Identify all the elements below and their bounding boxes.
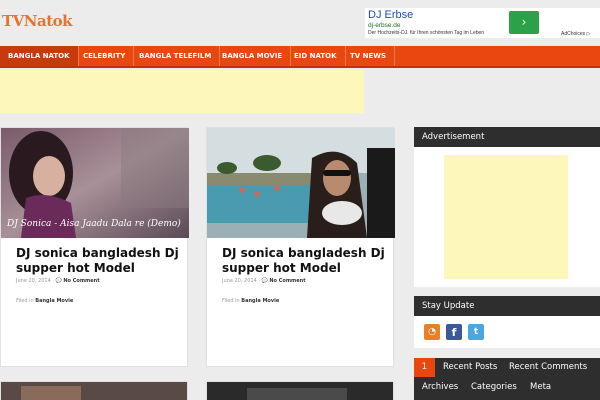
post-card-partial[interactable] bbox=[206, 381, 394, 400]
post-title[interactable]: DJ sonica bangladesh Dj supper hot Model bbox=[222, 246, 390, 276]
category-link[interactable]: Bangla Movie bbox=[35, 298, 73, 304]
ad-title[interactable]: DJ Erbse bbox=[368, 9, 413, 21]
post-date: June 20, 2014 bbox=[16, 278, 51, 284]
top-advertisement[interactable]: DJ Erbse dj-erbse.de Der Hochzeits-DJ. f… bbox=[365, 8, 600, 38]
twitter-icon[interactable]: t bbox=[468, 324, 484, 340]
post-card: DJ sonica bangladesh Dj supper hot Model… bbox=[206, 127, 395, 367]
post-thumbnail[interactable] bbox=[207, 128, 395, 238]
filed-label: Filed in bbox=[222, 298, 240, 304]
post-title[interactable]: DJ sonica bangladesh Dj supper hot Model bbox=[16, 246, 184, 276]
category-link[interactable]: Bangla Movie bbox=[241, 298, 279, 304]
nav-item-bangla-natok[interactable]: BANGLA NATOK bbox=[0, 46, 79, 66]
post-date: June 20, 2014 bbox=[222, 278, 257, 284]
ad-go-button[interactable]: › bbox=[509, 11, 539, 34]
tab-meta[interactable]: Meta bbox=[530, 378, 551, 397]
nav-item-bangla-telefilm[interactable]: BANGLA TELEFILM bbox=[131, 46, 221, 66]
facebook-icon[interactable]: f bbox=[446, 324, 462, 340]
comment-icon: 💬 bbox=[261, 278, 268, 284]
adchoices-link[interactable]: AdChoices ▷ bbox=[561, 31, 590, 37]
tab-categories[interactable]: Categories bbox=[471, 378, 517, 397]
ad-description: Der Hochzeits-DJ. für Ihren schönsten Ta… bbox=[368, 30, 485, 36]
post-card: DJ Sonica - Aisa Jaadu Dala re (Demo) DJ… bbox=[0, 127, 189, 367]
filed-label: Filed in bbox=[16, 298, 34, 304]
tab-recent-comments[interactable]: Recent Comments bbox=[509, 358, 587, 377]
sidebar-tabs: 1 Recent Posts Recent Comments Archives … bbox=[414, 358, 600, 400]
post-comments-link[interactable]: No Comment bbox=[269, 278, 305, 284]
post-card-partial[interactable] bbox=[0, 381, 188, 400]
sidebar-ad-placeholder[interactable] bbox=[444, 155, 568, 279]
post-category: Filed in Bangla Movie bbox=[16, 298, 73, 304]
banner-ad-placeholder[interactable] bbox=[0, 70, 364, 113]
nav-item-bangla-movie[interactable]: BANGLA MOVIE bbox=[214, 46, 292, 66]
tab-recent-posts[interactable]: Recent Posts bbox=[443, 358, 497, 377]
post-thumbnail[interactable]: DJ Sonica - Aisa Jaadu Dala re (Demo) bbox=[1, 128, 189, 238]
rss-icon[interactable]: ◔ bbox=[424, 324, 440, 340]
post-meta: June 20, 2014 · 💬 No Comment bbox=[222, 278, 306, 284]
stay-update-widget-title: Stay Update bbox=[414, 296, 600, 316]
ad-url[interactable]: dj-erbse.de bbox=[368, 22, 401, 29]
nav-item-tv-news[interactable]: TV NEWS bbox=[342, 46, 396, 66]
stay-update-widget: ◔ f t bbox=[414, 316, 600, 348]
advertisement-widget bbox=[414, 147, 600, 287]
site-header: TVNatok DJ Erbse dj-erbse.de Der Hochzei… bbox=[0, 0, 600, 46]
advertisement-widget-title: Advertisement bbox=[414, 127, 600, 147]
post-meta: June 20, 2014 · 💬 No Comment bbox=[16, 278, 100, 284]
thumbnail-caption: DJ Sonica - Aisa Jaadu Dala re (Demo) bbox=[6, 218, 181, 229]
tab-1[interactable]: 1 bbox=[414, 358, 435, 377]
nav-item-eid-natok[interactable]: EID NATOK bbox=[286, 46, 346, 66]
post-comments-link[interactable]: No Comment bbox=[63, 278, 99, 284]
tab-archives[interactable]: Archives bbox=[422, 378, 458, 397]
post-category: Filed in Bangla Movie bbox=[222, 298, 279, 304]
nav-item-celebrity[interactable]: CELEBRITY bbox=[75, 46, 135, 66]
comment-icon: 💬 bbox=[55, 278, 62, 284]
main-nav: BANGLA NATOK CELEBRITY BANGLA TELEFILM B… bbox=[0, 46, 600, 68]
site-logo[interactable]: TVNatok bbox=[2, 12, 73, 30]
